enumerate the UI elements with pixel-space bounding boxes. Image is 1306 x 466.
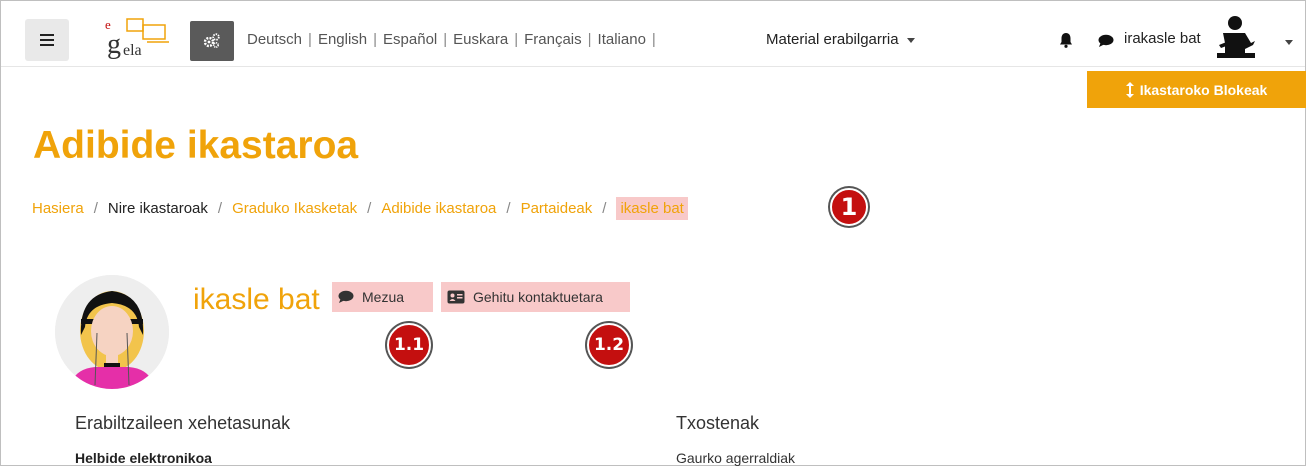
- breadcrumb-partaideak[interactable]: Partaideak: [521, 200, 593, 217]
- annotation-badge-1-1: 1.1: [387, 323, 431, 367]
- message-button[interactable]: Mezua: [332, 282, 433, 312]
- user-menu-toggle[interactable]: [1277, 34, 1293, 52]
- settings-menu-button[interactable]: [190, 21, 234, 61]
- svg-text:ela: ela: [123, 42, 142, 59]
- chevron-down-icon: [906, 37, 915, 43]
- teacher-avatar-icon: [1217, 16, 1255, 58]
- breadcrumb-current-user[interactable]: ikasle bat: [616, 197, 688, 220]
- language-link-espanol[interactable]: Español: [383, 31, 437, 48]
- add-contact-button[interactable]: Gehitu kontaktuetara: [441, 282, 630, 312]
- reports-heading: Txostenak: [676, 413, 760, 433]
- course-blocks-label: Ikastaroko Blokeak: [1139, 81, 1268, 98]
- breadcrumb-hasiera[interactable]: Hasiera: [32, 200, 84, 217]
- language-link-deutsch[interactable]: Deutsch: [247, 31, 302, 48]
- email-label: Helbide elektronikoa: [75, 450, 212, 466]
- breadcrumb: Hasiera / Nire ikastaroak / Graduko Ikas…: [32, 197, 688, 220]
- page-title: Adibide ikastaroa: [33, 124, 359, 167]
- language-link-euskara[interactable]: Euskara: [453, 31, 508, 48]
- messages-button[interactable]: [1098, 34, 1114, 53]
- gears-icon: [203, 33, 220, 49]
- hamburger-icon: [40, 34, 54, 46]
- language-list: Deutsch | English | Español | Euskara | Français…: [247, 31, 656, 48]
- chevron-down-icon: [1285, 40, 1293, 46]
- page-frame: [0, 0, 1306, 466]
- material-dropdown-label: Material erabilgarria: [766, 31, 899, 48]
- user-avatar[interactable]: [1215, 15, 1257, 59]
- annotation-badge-1: 1: [830, 188, 868, 226]
- user-details-heading: Erabiltzaileen xehetasunak: [75, 413, 291, 433]
- language-link-english[interactable]: English: [318, 31, 367, 48]
- student-avatar-icon: [55, 275, 169, 389]
- chat-icon: [338, 290, 354, 303]
- language-link-italiano[interactable]: Italiano: [598, 31, 646, 48]
- top-navbar: e g ela Deutsch | English | Español | Euskara |…: [1, 1, 1305, 67]
- breadcrumb-nire-ikastaroak: Nire ikastaroak: [107, 200, 208, 217]
- menu-toggle-button[interactable]: [25, 19, 69, 61]
- profile-name: ikasle bat: [193, 283, 320, 316]
- breadcrumb-graduko-ikasketak[interactable]: Graduko Ikasketak: [232, 200, 357, 217]
- breadcrumb-adibide-ikastaroa[interactable]: Adibide ikastaroa: [381, 200, 496, 217]
- chat-icon: [1098, 34, 1114, 47]
- address-card-icon: [447, 290, 465, 304]
- material-dropdown[interactable]: Material erabilgarria: [766, 31, 915, 48]
- annotation-badge-1-2: 1.2: [587, 323, 631, 367]
- svg-text:g: g: [107, 29, 121, 59]
- course-blocks-button[interactable]: Ikastaroko Blokeak: [1087, 71, 1306, 108]
- bell-icon: [1060, 33, 1072, 48]
- user-name[interactable]: irakasle bat: [1124, 30, 1201, 47]
- site-logo[interactable]: e g ela: [103, 15, 173, 60]
- language-link-francais[interactable]: Français: [524, 31, 582, 48]
- add-contact-button-label: Gehitu kontaktuetara: [473, 289, 603, 305]
- todays-logs-link[interactable]: Gaurko agerraldiak: [676, 450, 795, 466]
- profile-avatar: [55, 275, 169, 389]
- notifications-button[interactable]: [1059, 32, 1073, 53]
- resize-vertical-icon: [1125, 81, 1134, 98]
- message-button-label: Mezua: [362, 289, 405, 305]
- egela-logo-icon: e g ela: [105, 17, 169, 60]
